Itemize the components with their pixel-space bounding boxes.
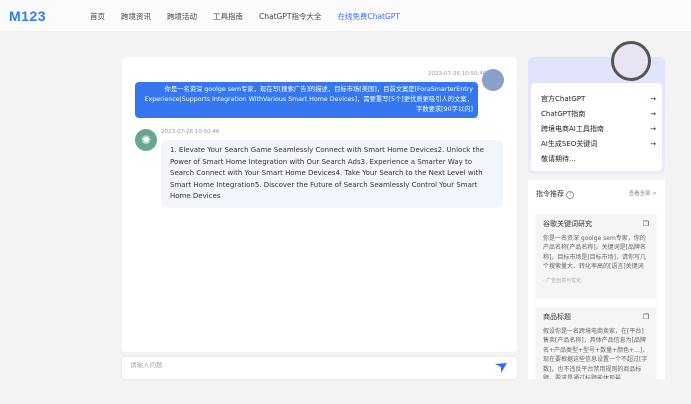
question-input[interactable] [130, 362, 480, 369]
link-ai-seo-keywords[interactable]: AI生成SEO关键词 → [541, 136, 656, 151]
link-coming-soon: 敬请期待... [541, 154, 576, 163]
bot-timestamp: 2023-07-26 10:50:46 [161, 129, 220, 135]
fade-overlay [528, 379, 665, 404]
nav-home[interactable]: 首页 [90, 11, 105, 22]
bot-message: 1. Elevate Your Search Game Seamlessly C… [161, 140, 503, 208]
top-nav: 首页 跨境资讯 跨境活动 工具指南 ChatGPT指令大全 在线免费ChatGP… [90, 11, 400, 22]
link-official-chatgpt[interactable]: 官方ChatGPT → [541, 91, 656, 106]
copy-icon[interactable]: ❐ [643, 313, 649, 323]
arrow-right-icon: → [650, 124, 656, 133]
arrow-right-icon: → [650, 94, 656, 103]
user-timestamp: 2023-07-26 10:50:46 [428, 71, 487, 77]
nav-events[interactable]: 跨境活动 [167, 11, 197, 22]
send-icon[interactable] [495, 363, 507, 373]
robot-illustration [611, 41, 651, 81]
view-all-link[interactable]: 查看全部 > [629, 189, 657, 199]
nav-tools[interactable]: 工具指南 [213, 11, 243, 22]
header: M123 首页 跨境资讯 跨境活动 工具指南 ChatGPT指令大全 在线免费C… [0, 0, 691, 32]
prompt-card[interactable]: 商品标题 ❐ 假设你是一名跨境电商卖家，在[平台]售卖[产品名称]，具体产品信息为… [535, 307, 657, 379]
arrow-right-icon: → [650, 109, 656, 118]
user-avatar [482, 69, 504, 91]
nav-news[interactable]: 跨境资讯 [121, 11, 151, 22]
prompts-title: 指令推荐 ? [536, 189, 575, 199]
user-message: 你是一名资深 goolge sem专家，现在写[搜索广告]的描述，目标市场[美国… [135, 82, 478, 118]
copy-icon[interactable]: ❐ [643, 220, 649, 230]
link-ai-tools-guide[interactable]: 跨境电商AI工具指南 → [541, 121, 656, 136]
prompt-card[interactable]: 谷歌关键词研究 ❐ 你是一名资深 goolge sem专家，你的产品名称[产品名称… [535, 214, 657, 299]
help-icon[interactable]: ? [566, 191, 575, 199]
question-input-box [122, 357, 517, 379]
logo[interactable]: M123 [9, 8, 46, 24]
quick-links-card: 官方ChatGPT → ChatGPT指南 → 跨境电商AI工具指南 → AI生成SE… [528, 41, 665, 174]
link-chatgpt-guide[interactable]: ChatGPT指南 → [541, 106, 656, 121]
nav-free-chatgpt[interactable]: 在线免费ChatGPT [337, 11, 399, 22]
nav-prompts[interactable]: ChatGPT指令大全 [259, 11, 321, 22]
chatgpt-logo-icon: ✺ [135, 129, 157, 151]
arrow-right-icon: → [650, 139, 656, 148]
